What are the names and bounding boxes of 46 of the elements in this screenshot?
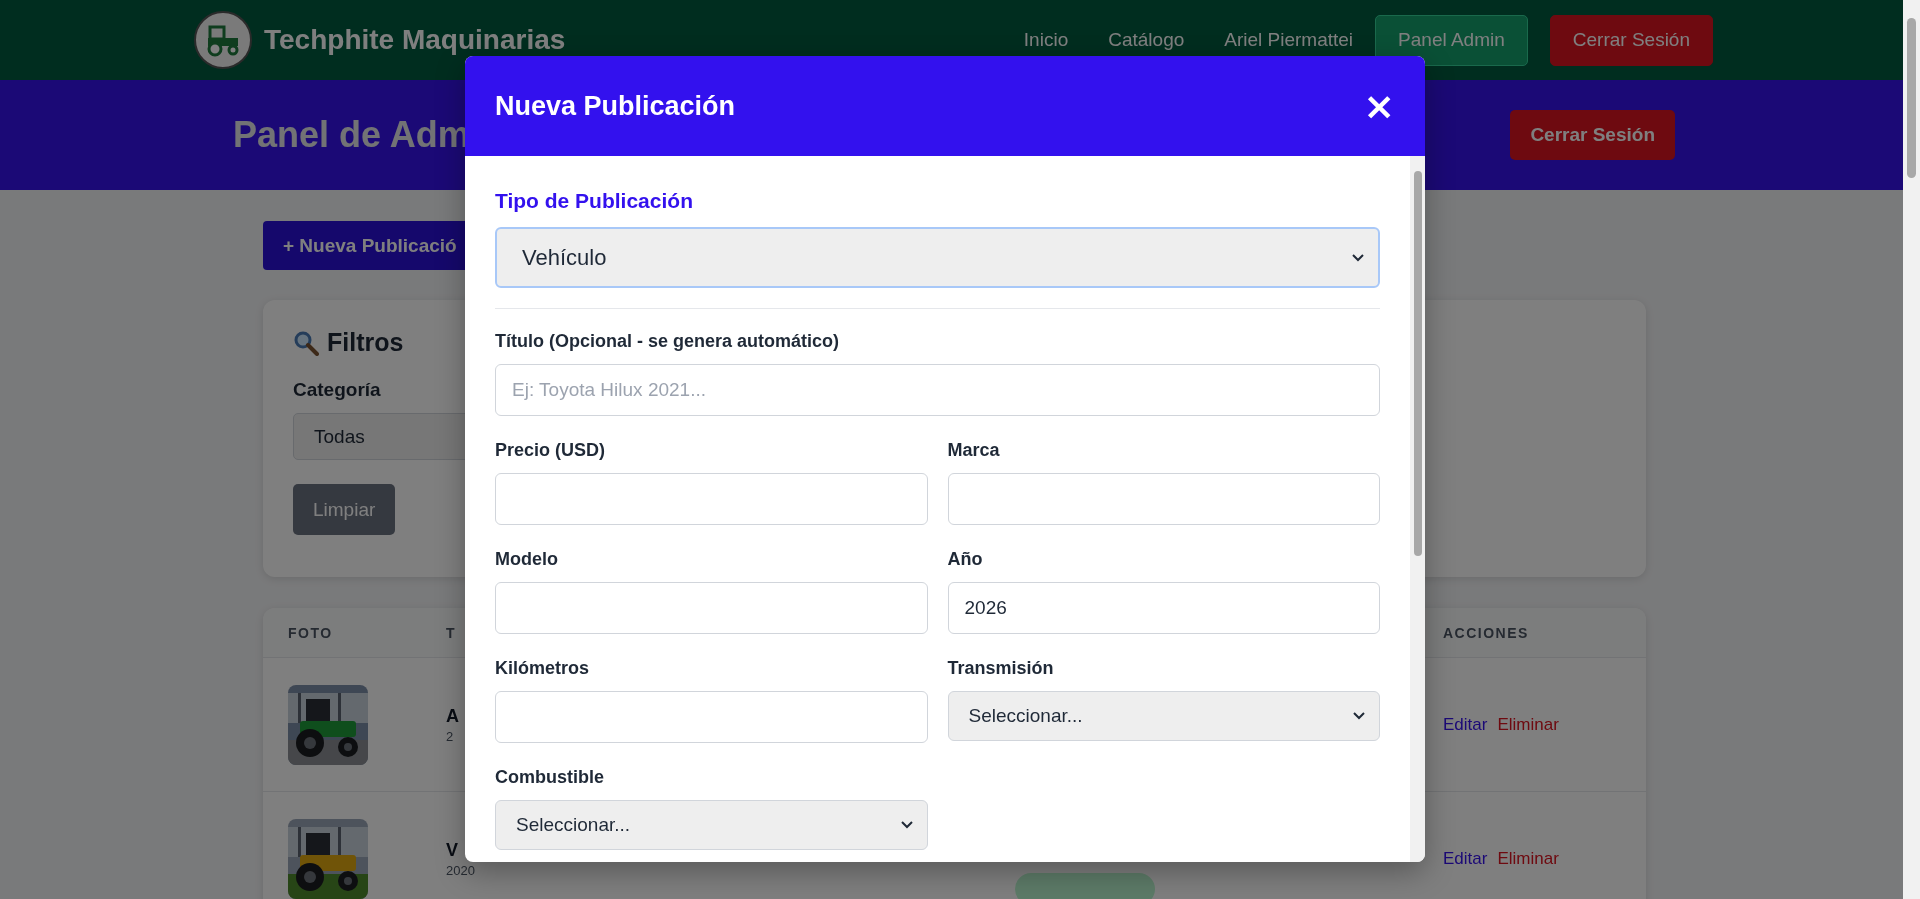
logo-icon[interactable]	[194, 11, 252, 69]
logout-button[interactable]: Cerrar Sesión	[1510, 110, 1675, 160]
input-field[interactable]	[947, 473, 1380, 525]
field-label: Año	[947, 549, 984, 570]
input-field[interactable]	[495, 473, 928, 525]
input-field[interactable]: 2026	[947, 582, 1380, 634]
field-label: Marca	[947, 440, 1001, 461]
chevron-icon	[1352, 253, 1364, 262]
nav-link[interactable]: Catálogo	[1108, 29, 1185, 51]
select-field[interactable]: Seleccionar...	[495, 800, 928, 850]
field-label: Combustible	[495, 767, 605, 788]
logout-button[interactable]: Cerrar Sesión	[1549, 14, 1713, 66]
row-subtitle: 2	[446, 728, 455, 744]
modal-title: Nueva Publicación	[495, 90, 736, 122]
edit-link[interactable]: Editar	[1443, 848, 1488, 869]
field-label: Modelo	[495, 549, 559, 570]
input-field[interactable]: Ej: Toyota Hilux 2021...	[495, 364, 1380, 416]
row-subtitle: 2020	[446, 862, 476, 878]
row-title: V	[446, 839, 459, 861]
filters-title: Filtros	[327, 328, 404, 357]
clear-button[interactable]: Limpiar	[293, 484, 396, 535]
nav-link[interactable]: Inicio	[1023, 29, 1069, 51]
admin-panel-button[interactable]: Panel Admin	[1375, 14, 1528, 66]
field-label: Transmisión	[947, 658, 1055, 679]
delete-link[interactable]: Eliminar	[1497, 848, 1559, 869]
delete-link[interactable]: Eliminar	[1497, 714, 1559, 735]
field-label: Título (Opcional - se genera automático)	[495, 331, 841, 352]
chevron-icon	[900, 821, 913, 829]
input-field[interactable]	[495, 582, 928, 634]
category-label: Categoría	[293, 379, 381, 401]
type-select[interactable]: Vehículo	[495, 227, 1380, 288]
chevron-icon	[1353, 712, 1365, 720]
section-label: Tipo de Publicación	[495, 189, 693, 213]
column-header: FOTO	[288, 624, 333, 641]
select-field[interactable]: Seleccionar...	[947, 691, 1380, 741]
nav-link[interactable]: Ariel Piermattei	[1224, 29, 1354, 51]
column-header: ACCIONES	[1443, 624, 1529, 641]
column-header: T	[446, 624, 457, 641]
edit-link[interactable]: Editar	[1443, 714, 1488, 735]
field-label: Kilómetros	[495, 658, 591, 679]
page-scrollbar[interactable]	[1903, 0, 1920, 899]
close-button[interactable]: ×	[1363, 87, 1395, 125]
modal-scrollbar[interactable]	[1410, 156, 1425, 862]
input-field[interactable]	[495, 691, 928, 743]
brand-name: Techphite Maquinarias	[264, 24, 566, 56]
search-icon	[293, 329, 319, 356]
